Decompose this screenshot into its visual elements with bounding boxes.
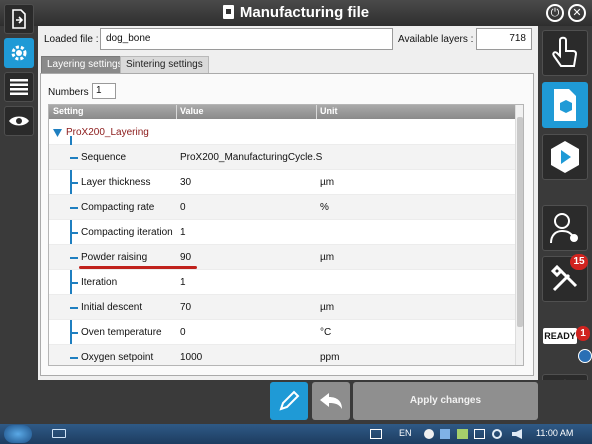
list-view-button[interactable] [4,72,34,102]
tray-flag-icon[interactable] [440,429,450,439]
column-header-value[interactable]: Value [180,106,204,116]
table-row[interactable]: Iteration 1 [49,270,515,295]
ready-count-badge: 1 [576,326,590,341]
loaded-file-label: Loaded file : [44,34,99,45]
file-cube-icon [554,89,576,121]
table-row[interactable]: Oxygen setpoint 1000 ppm [49,345,515,365]
setting-name: Layer thickness [81,177,151,188]
table-row[interactable]: Powder raising 90 µm [49,245,515,270]
eye-icon [9,116,29,126]
setting-value[interactable]: 0 [180,327,186,338]
table-row[interactable]: Initial descent 70 µm [49,295,515,320]
setting-unit: µm [320,252,335,263]
setting-value[interactable]: 30 [180,177,191,188]
pencil-icon [279,390,300,411]
vertical-scrollbar[interactable] [515,105,523,365]
highlight-underline [79,266,197,269]
setting-name: Sequence [81,152,127,163]
gear-icon [11,45,27,61]
tray-window-icon[interactable] [370,429,382,439]
tray-help-icon[interactable] [424,429,434,439]
manufacturing-file-button[interactable] [542,82,588,128]
hand-pointer-icon [552,36,578,67]
build-job-button[interactable] [542,134,588,180]
table-row[interactable]: Compacting iteration 1 [49,220,515,245]
power-button[interactable]: ⏻ [546,4,564,22]
numbers-input[interactable]: 1 [92,83,116,99]
grid-header: Setting Value Unit [49,105,515,119]
setting-name: Iteration [81,277,118,288]
window-title: Manufacturing file [239,4,370,21]
setting-name: Initial descent [81,302,143,313]
export-icon [12,9,26,29]
table-row[interactable]: Layer thickness 30 µm [49,170,515,195]
export-button[interactable] [4,4,34,34]
setting-unit: °C [320,327,332,338]
user-gear-icon [550,213,578,244]
apply-changes-button[interactable]: Apply changes [353,382,538,420]
group-row[interactable]: ProX200_Layering [49,120,515,145]
edit-button[interactable] [270,382,308,420]
tray-sync-icon[interactable] [492,429,502,439]
setting-unit: µm [320,302,335,313]
undo-arrow-icon [320,393,342,409]
setting-value[interactable]: 1000 [180,352,202,363]
language-indicator[interactable]: EN [399,428,412,438]
manufacturing-file-panel: Loaded file : dog_bone Available layers … [38,26,538,380]
taskbar: EN 11:00 AM [0,424,592,444]
settings-button[interactable] [4,38,34,68]
available-layers-label: Available layers : [398,34,474,45]
setting-name: Powder raising [81,252,148,263]
setting-value[interactable]: 90 [180,252,191,263]
undo-button[interactable] [312,382,350,420]
setting-value[interactable]: 1 [180,277,186,288]
preview-button[interactable] [4,106,34,136]
column-header-setting[interactable]: Setting [53,106,84,116]
tray-network-icon[interactable] [457,429,468,439]
loaded-file-field[interactable]: dog_bone [100,28,393,50]
list-icon [10,79,28,95]
tab-sintering-settings[interactable]: Sintering settings [120,56,209,73]
column-header-unit[interactable]: Unit [320,106,338,116]
setting-unit: ppm [320,352,340,363]
tray-monitor-icon[interactable] [474,429,485,439]
keyboard-icon[interactable] [52,429,66,438]
setting-name: Compacting iteration [81,227,173,238]
user-settings-button[interactable] [542,205,588,251]
setting-unit: µm [320,177,335,188]
cube-play-icon [551,141,579,173]
tab-layering-settings[interactable]: Layering settings [41,56,129,73]
available-layers-field: 718 [476,28,532,50]
window-title-area: Manufacturing file [0,0,592,26]
setting-value[interactable]: 70 [180,302,191,313]
setting-unit: % [320,202,329,213]
table-row[interactable]: Compacting rate 0% [49,195,515,220]
setting-name: Oven temperature [81,327,162,338]
setting-value[interactable]: 1 [180,227,186,238]
table-row[interactable]: Sequence ProX200_ManufacturingCycle.S [49,145,515,170]
numbers-label: Numbers [48,87,89,98]
table-row[interactable]: Oven temperature 0 °C [49,320,515,345]
setting-name: Oxygen setpoint [81,352,154,363]
setting-name: Compacting rate [81,202,155,213]
volume-icon[interactable] [512,429,522,439]
collapse-triangle-icon[interactable] [53,129,62,137]
start-button[interactable] [4,425,32,443]
taskbar-clock: 11:00 AM [536,428,574,438]
scrollbar-thumb[interactable] [517,117,523,327]
scroll-handle[interactable] [578,349,592,363]
document-icon [222,5,234,19]
setting-value[interactable]: 0 [180,202,186,213]
close-button[interactable]: ✕ [568,4,586,22]
ready-indicator: READY [543,328,577,344]
group-label: ProX200_Layering [66,127,149,138]
tools-count-badge: 15 [570,254,588,270]
touch-button[interactable] [542,30,588,76]
setting-value[interactable]: ProX200_ManufacturingCycle.S [180,152,322,163]
settings-grid: Setting Value Unit ProX200_Layering Sequ… [48,104,524,366]
